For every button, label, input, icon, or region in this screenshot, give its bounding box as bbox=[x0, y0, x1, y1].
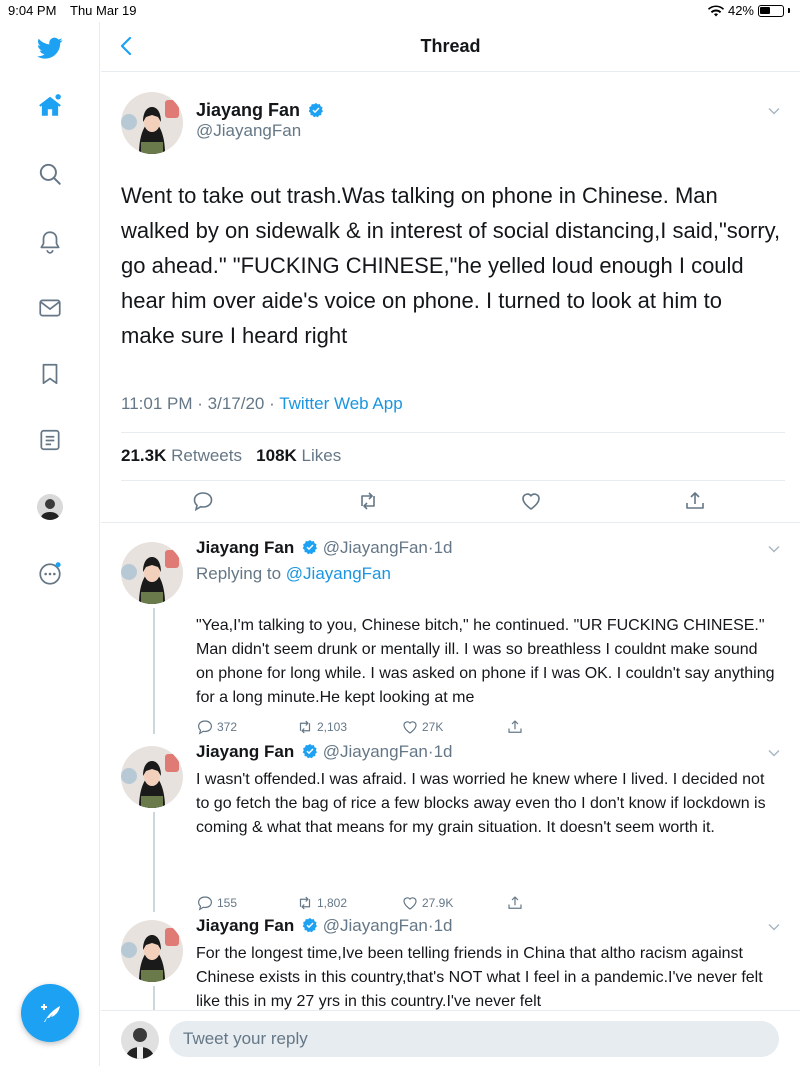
retweet-icon[interactable] bbox=[356, 489, 380, 513]
status-right: 42% bbox=[707, 3, 790, 18]
divider bbox=[121, 480, 785, 481]
like-heart-icon bbox=[403, 897, 417, 910]
reply-text: "Yea,I'm talking to you, Chinese bitch,"… bbox=[196, 617, 775, 706]
author-handle[interactable]: @JiayangFan bbox=[196, 121, 301, 141]
page-title: Thread bbox=[420, 36, 481, 56]
profile-avatar[interactable] bbox=[37, 494, 63, 520]
author-avatar[interactable] bbox=[121, 92, 183, 154]
author-name[interactable]: Jiayang Fan bbox=[196, 100, 300, 120]
tweet-time: 11:01 PM bbox=[121, 394, 193, 413]
retweet-count[interactable]: 1,802 bbox=[296, 894, 347, 912]
reply-icon bbox=[198, 896, 212, 911]
thread-reply[interactable]: Jiayang Fan @JiayangFan·1d Replying to @… bbox=[101, 538, 800, 736]
chevron-down-icon[interactable] bbox=[767, 746, 781, 760]
like-heart-icon[interactable] bbox=[519, 489, 543, 513]
thread-reply[interactable]: Jiayang Fan @JiayangFan·1d I wasn't offe… bbox=[101, 742, 800, 912]
like-count[interactable]: 27K bbox=[401, 718, 443, 736]
reply-text: I wasn't offended.I was afraid. I was wo… bbox=[196, 771, 766, 836]
reply-author-name[interactable]: Jiayang Fan bbox=[196, 742, 294, 761]
likes-stat[interactable]: 108K Likes bbox=[256, 446, 341, 465]
battery-percent: 42% bbox=[727, 3, 754, 18]
reply-text: For the longest time,Ive been telling fr… bbox=[196, 945, 763, 1010]
reply-author-handle[interactable]: @JiayangFan bbox=[323, 916, 428, 935]
tweet-text: Went to take out trash.Was talking on ph… bbox=[121, 183, 781, 348]
reply-author-handle[interactable]: @JiayangFan bbox=[323, 742, 428, 761]
share-button[interactable] bbox=[506, 718, 524, 736]
compose-quill-icon bbox=[41, 1004, 60, 1022]
tweet-source-app[interactable]: Twitter Web App bbox=[279, 394, 402, 413]
wifi-icon bbox=[707, 4, 724, 16]
retweets-stat[interactable]: 21.3K Retweets bbox=[121, 446, 242, 465]
reply-avatar[interactable] bbox=[121, 746, 183, 808]
reply-author-name[interactable]: Jiayang Fan bbox=[196, 916, 294, 935]
reply-author-name[interactable]: Jiayang Fan bbox=[196, 538, 294, 557]
thread-connector bbox=[153, 608, 155, 734]
status-bar: 9:04 PM Thu Mar 19 42% bbox=[0, 0, 800, 22]
thread-connector bbox=[153, 812, 155, 912]
lists-icon[interactable] bbox=[36, 426, 64, 454]
reply-age: 1d bbox=[433, 742, 453, 761]
reply-avatar[interactable] bbox=[121, 920, 183, 982]
share-icon[interactable] bbox=[683, 489, 707, 513]
reply-age: 1d bbox=[433, 538, 453, 557]
battery-icon bbox=[758, 4, 784, 17]
thread-reply[interactable]: Jiayang Fan @JiayangFan·1d For the longe… bbox=[101, 916, 800, 1010]
verified-badge-icon bbox=[302, 540, 317, 555]
sidebar bbox=[0, 22, 100, 1066]
verified-badge-icon bbox=[308, 103, 323, 118]
tweet-meta: 11:01 PM · 3/17/20 · Twitter Web App bbox=[121, 394, 403, 413]
thread-column: Thread Jiayang Fan @JiayangFan Went to t… bbox=[101, 22, 800, 1066]
reply-icon[interactable] bbox=[191, 489, 215, 513]
share-button[interactable] bbox=[506, 894, 524, 912]
verified-badge-icon bbox=[302, 744, 317, 759]
thread-connector bbox=[153, 986, 155, 1010]
reply-count[interactable]: 155 bbox=[196, 894, 237, 912]
like-heart-icon bbox=[403, 721, 417, 734]
reply-composer: Tweet your reply bbox=[101, 1010, 800, 1066]
reply-icon bbox=[198, 720, 212, 735]
reply-header: Jiayang Fan @JiayangFan·1d bbox=[196, 538, 453, 557]
divider bbox=[101, 522, 800, 523]
notifications-icon[interactable] bbox=[36, 228, 64, 256]
reply-header: Jiayang Fan @JiayangFan·1d bbox=[196, 916, 453, 935]
verified-badge-icon bbox=[302, 918, 317, 933]
reply-header: Jiayang Fan @JiayangFan·1d bbox=[196, 742, 453, 761]
share-icon bbox=[508, 896, 522, 909]
bookmarks-icon[interactable] bbox=[36, 360, 64, 388]
reply-avatar[interactable] bbox=[121, 542, 183, 604]
share-icon bbox=[508, 720, 522, 733]
home-icon[interactable] bbox=[36, 92, 64, 120]
search-icon[interactable] bbox=[36, 160, 64, 188]
twitter-logo-icon[interactable] bbox=[36, 34, 64, 62]
compose-tweet-button[interactable] bbox=[21, 984, 79, 1042]
reply-author-handle[interactable]: @JiayangFan bbox=[323, 538, 428, 557]
divider bbox=[121, 432, 785, 433]
like-count[interactable]: 27.9K bbox=[401, 894, 453, 912]
tweet-stats: 21.3K Retweets 108K Likes bbox=[121, 446, 341, 466]
thread-header: Thread bbox=[101, 22, 800, 72]
messages-icon[interactable] bbox=[36, 294, 64, 322]
tweet-date: 3/17/20 bbox=[207, 394, 265, 413]
chevron-down-icon[interactable] bbox=[767, 104, 781, 118]
status-date: Thu Mar 19 bbox=[70, 3, 137, 18]
current-user-avatar[interactable] bbox=[121, 1021, 159, 1059]
status-time: 9:04 PM bbox=[8, 3, 57, 18]
reply-age: 1d bbox=[433, 916, 453, 935]
replying-to-link[interactable]: @JiayangFan bbox=[286, 564, 391, 583]
replying-to: Replying to @JiayangFan bbox=[196, 564, 391, 583]
retweet-count[interactable]: 2,103 bbox=[296, 718, 347, 736]
reply-count[interactable]: 372 bbox=[196, 718, 237, 736]
chevron-down-icon[interactable] bbox=[767, 920, 781, 934]
retweet-icon bbox=[299, 896, 311, 910]
reply-input[interactable]: Tweet your reply bbox=[169, 1021, 779, 1057]
more-icon[interactable] bbox=[36, 560, 64, 588]
author-name-row: Jiayang Fan bbox=[196, 100, 324, 121]
chevron-down-icon[interactable] bbox=[767, 542, 781, 556]
retweet-icon bbox=[299, 720, 311, 734]
